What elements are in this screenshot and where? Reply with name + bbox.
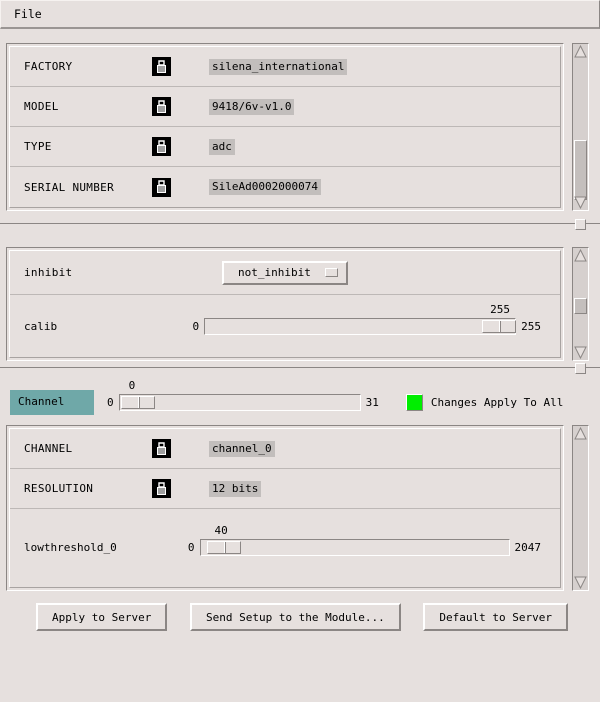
calib-label: calib	[24, 319, 58, 333]
lock-icon	[152, 439, 171, 458]
triangle-down-icon[interactable]	[574, 346, 587, 360]
inhibit-option-menu[interactable]: not_inhibit	[222, 260, 348, 285]
lowthreshold-max: 2047	[514, 540, 542, 554]
calib-trough[interactable]: 255	[204, 303, 517, 335]
pane-sash-2[interactable]	[0, 363, 600, 379]
channel-max: 31	[365, 395, 379, 409]
table-row: CHANNEL channel_0	[10, 429, 560, 469]
option-menu-arrow-icon	[324, 268, 338, 277]
calib-current-value: 255	[490, 302, 510, 316]
changes-apply-to-all-label: Changes Apply To All	[430, 395, 564, 409]
inhibit-row: inhibit not_inhibit	[10, 251, 560, 295]
table-row: MODEL 9418/6v-v1.0	[10, 87, 560, 127]
triangle-up-icon[interactable]	[574, 44, 587, 58]
lowthreshold-label: lowthreshold_0	[24, 540, 117, 554]
channel-panel-frame: CHANNEL channel_0 RESOLUTION 12 bits low…	[6, 425, 564, 591]
identity-panel-scrollbar[interactable]	[572, 43, 589, 211]
row-label: SERIAL NUMBER	[24, 180, 114, 194]
spacer-panel2	[0, 235, 600, 247]
lowthreshold-thumb[interactable]	[206, 540, 241, 554]
pane-sash-1[interactable]	[0, 219, 600, 235]
inhibit-label: inhibit	[24, 266, 73, 279]
calib-scale-row: calib 0 255 255	[10, 295, 560, 357]
channel-scale: 0 0 31	[102, 379, 384, 411]
channel-panel-inner: CHANNEL channel_0 RESOLUTION 12 bits low…	[9, 428, 561, 588]
sash-grip[interactable]	[575, 219, 586, 230]
menu-bar: File	[0, 0, 600, 29]
module-panel-frame: inhibit not_inhibit calib 0 255 255	[6, 247, 564, 361]
apply-to-server-button[interactable]: Apply to Server	[36, 603, 168, 631]
identity-panel-inner: FACTORY silena_international MODEL 9418/…	[9, 46, 561, 208]
row-label: FACTORY	[24, 60, 73, 73]
channel-min: 0	[107, 395, 114, 409]
lowthreshold-current-value: 40	[214, 523, 228, 537]
table-row: TYPE adc	[10, 127, 560, 167]
row-value: 9418/6v-v1.0	[209, 98, 295, 115]
lock-icon	[152, 97, 171, 116]
lowthreshold-trough[interactable]: 40	[199, 524, 510, 556]
lowthreshold-min: 0	[187, 540, 195, 554]
row-value: adc	[209, 138, 235, 155]
triangle-down-icon[interactable]	[574, 196, 587, 210]
lock-icon	[152, 479, 171, 498]
menu-file[interactable]: File	[4, 4, 54, 25]
module-panel-scrollbar[interactable]	[572, 247, 589, 361]
calib-scale: 0 255 255	[188, 303, 547, 335]
scrollbar-thumb[interactable]	[574, 140, 587, 201]
channel-trough[interactable]: 0	[118, 379, 361, 411]
lowthreshold-scale-row: lowthreshold_0 0 40 2047	[10, 509, 560, 585]
row-value: SileAd0002000074	[209, 179, 321, 195]
identity-panel-frame: FACTORY silena_international MODEL 9418/…	[6, 43, 564, 211]
triangle-up-icon[interactable]	[574, 426, 587, 440]
channel-tag[interactable]: Channel	[10, 389, 94, 415]
calib-min: 0	[192, 319, 200, 333]
channel-detail-panel: CHANNEL channel_0 RESOLUTION 12 bits low…	[6, 425, 594, 591]
row-label: CHANNEL	[24, 442, 73, 455]
triangle-down-icon[interactable]	[574, 576, 587, 590]
channel-thumb[interactable]	[120, 395, 155, 409]
calib-max: 255	[521, 319, 541, 333]
spacer-top	[0, 29, 600, 43]
table-row: SERIAL NUMBER SileAd0002000074	[10, 167, 560, 207]
lock-icon	[152, 177, 171, 197]
button-bar: Apply to Server Send Setup to the Module…	[0, 591, 600, 631]
channel-panel-scrollbar[interactable]	[572, 425, 589, 591]
lock-icon	[152, 137, 171, 156]
channel-selector: Channel 0 0 31 Changes Apply To All	[0, 379, 600, 419]
lowthreshold-scale: 0 40 2047	[183, 524, 546, 556]
inhibit-selected-value: not_inhibit	[238, 266, 311, 279]
identity-panel: FACTORY silena_international MODEL 9418/…	[6, 43, 594, 211]
channel-current-value: 0	[128, 378, 136, 392]
module-settings-panel: inhibit not_inhibit calib 0 255 255	[6, 247, 594, 361]
row-label: TYPE	[24, 140, 52, 153]
row-value: silena_international	[209, 58, 348, 75]
row-label: MODEL	[24, 100, 59, 113]
table-row: RESOLUTION 12 bits	[10, 469, 560, 509]
scrollbar-thumb[interactable]	[574, 298, 587, 315]
table-row: FACTORY silena_international	[10, 47, 560, 87]
calib-thumb[interactable]	[482, 319, 517, 333]
status-led-icon	[405, 393, 423, 411]
send-setup-button[interactable]: Send Setup to the Module...	[189, 603, 401, 631]
default-to-server-button[interactable]: Default to Server	[423, 603, 568, 631]
row-value: 12 bits	[209, 480, 262, 497]
changes-apply-to-all[interactable]: Changes Apply To All	[405, 393, 564, 411]
sash-grip[interactable]	[575, 363, 586, 374]
row-label: RESOLUTION	[24, 482, 94, 495]
row-value: channel_0	[209, 440, 275, 457]
triangle-up-icon[interactable]	[574, 248, 587, 262]
module-panel-inner: inhibit not_inhibit calib 0 255 255	[9, 250, 561, 358]
lock-icon	[152, 57, 171, 76]
